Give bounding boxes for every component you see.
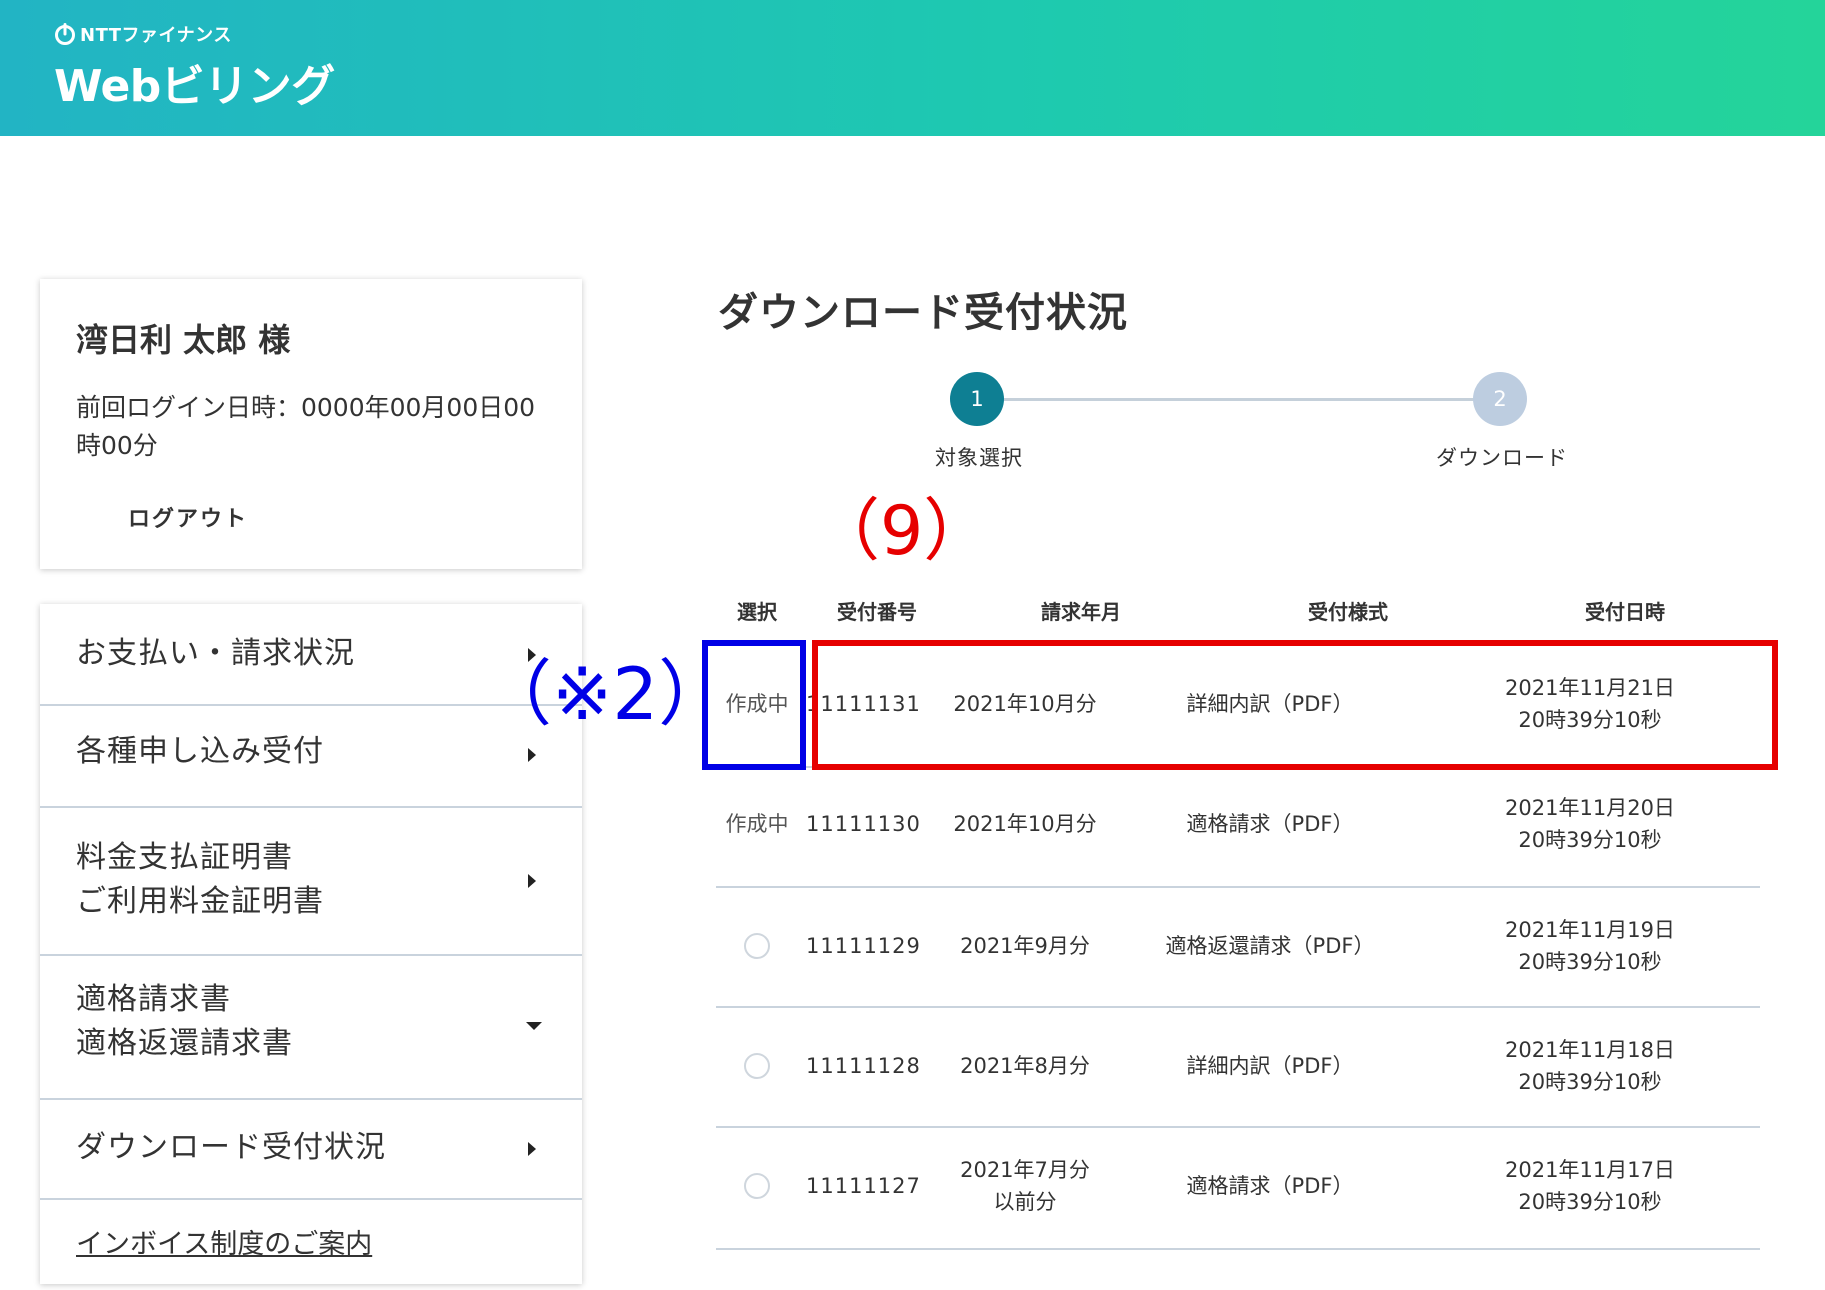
billing-month: 2021年9月分 (960, 934, 1090, 958)
power-icon (54, 23, 76, 45)
billing-month-line1: 2021年7月分 (960, 1158, 1090, 1182)
select-radio[interactable] (744, 1173, 770, 1199)
receipt-time: 20時39分10秒 (1518, 950, 1662, 974)
table-row: 11111127 2021年7月分 以前分 適格請求（PDF） 2021年11月1… (716, 1126, 1760, 1246)
billing-month-line2: 以前分 (993, 1190, 1057, 1214)
receipt-number: 11111127 (806, 1174, 921, 1198)
corp-name: NTTファイナンス (80, 25, 232, 46)
nav-item-label-line2: ご利用料金証明書 (76, 884, 324, 919)
nav-item-label-line2: 適格返還請求書 (76, 1026, 293, 1061)
receipt-form: 適格返還請求（PDF） (1165, 934, 1375, 958)
receipt-form: 適格請求（PDF） (1186, 1174, 1354, 1198)
step-2-label: ダウンロード (1436, 446, 1568, 470)
chevron-right-icon (528, 1142, 536, 1156)
billing-month: 2021年8月分 (960, 1054, 1090, 1078)
user-name: 湾日利 太郎 様 (76, 321, 291, 359)
receipt-date: 2021年11月19日 (1505, 918, 1675, 942)
last-login-info: 前回ログイン日時：0000年00月00日00時00分 (76, 393, 536, 460)
select-cell (716, 1006, 798, 1126)
column-header-select: 選択 (737, 600, 777, 624)
nav-item-label-line1: 適格請求書 (76, 982, 231, 1017)
receipt-number: 11111130 (806, 812, 921, 836)
row-divider (716, 1248, 1760, 1250)
receipt-form: 詳細内訳（PDF） (1186, 1054, 1354, 1078)
receipt-datetime: 2021年11月20日 20時39分10秒 (1420, 764, 1760, 884)
nav-item-label: お支払い・請求状況 (76, 636, 355, 671)
step-1-label: 対象選択 (935, 446, 1023, 470)
chevron-down-icon (526, 1022, 542, 1030)
nav-item-label: 各種申し込み受付 (76, 734, 324, 769)
app-header: NTTファイナンス Webビリング (0, 0, 1825, 136)
chevron-right-icon (528, 874, 536, 888)
receipt-datetime: 2021年11月18日 20時39分10秒 (1420, 1006, 1760, 1126)
step-2-indicator: 2 (1473, 372, 1527, 426)
receipt-time: 20時39分10秒 (1518, 828, 1662, 852)
billing-month: 2021年10月分 (953, 812, 1097, 836)
receipt-date: 2021年11月17日 (1505, 1158, 1675, 1182)
chevron-right-icon (528, 748, 536, 762)
nav-item-label-line1: 料金支払証明書 (76, 840, 293, 875)
nav-item-download-status[interactable]: ダウンロード受付状況 (40, 1100, 582, 1200)
receipt-datetime: 2021年11月17日 20時39分10秒 (1420, 1126, 1760, 1246)
billing-month: 2021年7月分 以前分 (930, 1126, 1120, 1246)
select-radio[interactable] (744, 1053, 770, 1079)
stepper-line (977, 398, 1500, 401)
corp-logo: NTTファイナンス (54, 20, 232, 48)
user-card: 湾日利 太郎 様 前回ログイン日時：0000年00月00日00時00分 ログアウ… (40, 279, 582, 569)
column-header-month: 請求年月 (1041, 600, 1121, 624)
logout-button[interactable]: ログアウト (128, 501, 248, 533)
column-header-form: 受付様式 (1308, 600, 1388, 624)
receipt-datetime: 2021年11月19日 20時39分10秒 (1420, 886, 1760, 1006)
receipt-date: 2021年11月18日 (1505, 1038, 1675, 1062)
column-header-number: 受付番号 (837, 600, 917, 624)
receipt-number: 11111128 (806, 1054, 921, 1078)
receipt-time: 20時39分10秒 (1518, 1070, 1662, 1094)
product-logo[interactable]: Webビリング (54, 50, 335, 114)
step-1-indicator: 1 (950, 372, 1004, 426)
page-title: ダウンロード受付状況 (718, 290, 1128, 336)
annotation-box-blue (702, 640, 806, 770)
nav-item-label: ダウンロード受付状況 (76, 1130, 386, 1165)
table-row: 11111128 2021年8月分 詳細内訳（PDF） 2021年11月18日 2… (716, 1006, 1760, 1126)
receipt-time: 20時39分10秒 (1518, 1190, 1662, 1214)
receipt-form: 適格請求（PDF） (1186, 812, 1354, 836)
select-radio[interactable] (744, 933, 770, 959)
nav-item-certificates[interactable]: 料金支払証明書 ご利用料金証明書 (40, 808, 582, 956)
nav-item-qualified-invoices[interactable]: 適格請求書 適格返還請求書 (40, 956, 582, 1100)
nav-item-invoice-guide: インボイス制度のご案内 (40, 1200, 582, 1290)
select-cell (716, 1126, 798, 1246)
invoice-guide-link[interactable]: インボイス制度のご案内 (76, 1222, 372, 1261)
receipt-number: 11111129 (806, 934, 921, 958)
table-row: 11111129 2021年9月分 適格返還請求（PDF） 2021年11月19… (716, 886, 1760, 1006)
status-creating: 作成中 (725, 812, 789, 836)
table-row: 作成中 11111130 2021年10月分 適格請求（PDF） 2021年11… (716, 764, 1760, 884)
column-header-date: 受付日時 (1585, 600, 1665, 624)
annotation-box-red (812, 640, 1778, 770)
annotation-9: （9） (812, 492, 992, 571)
receipt-date: 2021年11月20日 (1505, 796, 1675, 820)
annotation-note-2: （※2） (480, 652, 731, 736)
select-cell (716, 886, 798, 1006)
